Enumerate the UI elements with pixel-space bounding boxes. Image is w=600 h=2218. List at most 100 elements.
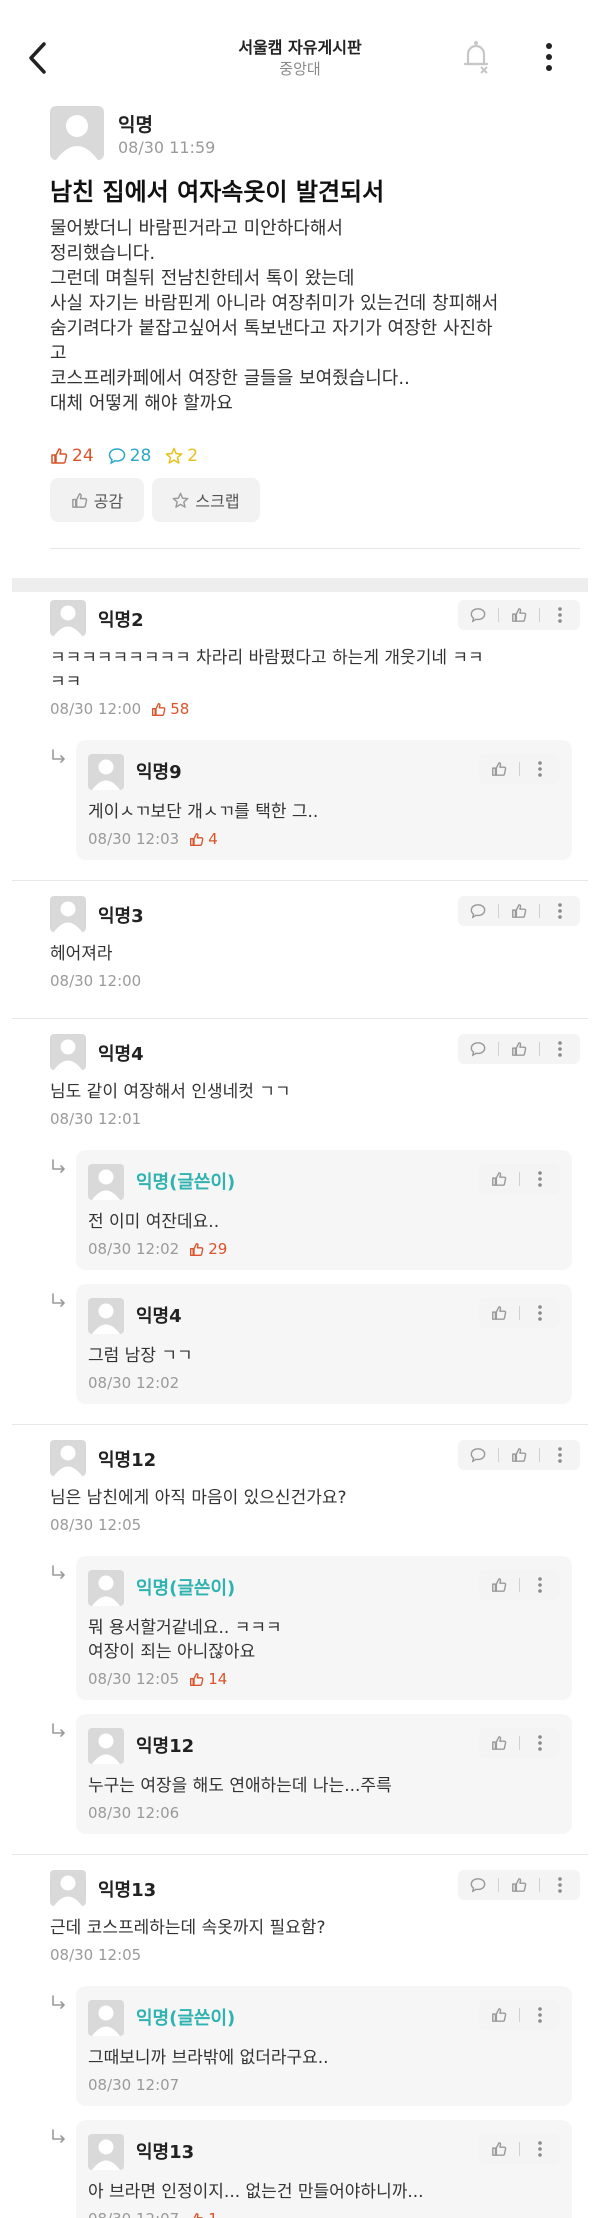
comment-meta: 08/30 12:07 (88, 2076, 179, 2094)
post-body-line: 고 (50, 343, 67, 364)
comment-more-button[interactable] (520, 1298, 560, 1328)
comment-text: 님은 남친에게 아직 마음이 있으신건가요? (50, 1486, 570, 1510)
comment-like-count: 1 (189, 2210, 218, 2218)
more-options-icon (558, 1041, 562, 1057)
board-title: 서울캠 자유게시판 (238, 38, 362, 57)
comment-divider (12, 1854, 588, 1855)
reply: 익명9 게이ㅅㄲ보단 개ㅅㄲ를 택한 그.. 08/30 12:03 4 (76, 740, 572, 860)
post-body-line: 코스프레카페에서 여장한 글들을 보여줬습니다.. (50, 368, 410, 389)
comment-like-button[interactable] (479, 754, 519, 784)
reply-author: 익명(글쓴이) (136, 1172, 236, 1193)
comment-toolbar (458, 896, 580, 926)
post-author: 익명 (118, 114, 153, 136)
comment-more-button[interactable] (540, 896, 580, 926)
comment-toolbar (479, 1164, 560, 1194)
post-body-line: 그런데 며칠뒤 전남친한테서 톡이 왔는데 (50, 268, 355, 289)
comment-more-button[interactable] (520, 1570, 560, 1600)
more-options-icon (538, 1171, 542, 1187)
comment-text-line: ㅋㅋ (50, 672, 82, 692)
comment-toolbar (479, 2134, 560, 2164)
comment-text: 전 이미 여잔데요.. (88, 1210, 558, 1234)
reply: 익명(글쓴이) 그때보니까 브라밖에 없더라구요.. 08/30 12:07 (76, 1986, 572, 2106)
avatar (88, 1164, 124, 1200)
comment-more-button[interactable] (520, 754, 560, 784)
thumbs-up-icon (190, 1672, 204, 1686)
reply-bubble-icon (470, 904, 486, 919)
comment-text: 헤어져라 (50, 942, 570, 966)
comment-like-button[interactable] (479, 1298, 519, 1328)
more-options-icon (538, 761, 542, 777)
comment-meta: 08/30 12:01 (50, 1110, 141, 1128)
comment-toolbar (458, 600, 580, 630)
comment-meta: 08/30 12:02 29 (88, 1240, 227, 1258)
comment-text: 뭐 용서할거같네요.. ㅋㅋㅋ 여장이 죄는 아니잖아요 (88, 1616, 558, 1664)
school-name: 중앙대 (279, 60, 321, 78)
thumbs-up-icon (492, 2008, 507, 2022)
comment-like-button[interactable] (499, 600, 539, 630)
reply-button[interactable] (458, 600, 498, 630)
comment-toolbar (479, 1728, 560, 1758)
comment-more-button[interactable] (520, 2000, 560, 2030)
comment: 익명2 ㅋㅋㅋㅋㅋㅋㅋㅋㅋ 차라리 바람폈다고 하는게 개웃기네 ㅋㅋ ㅋㅋ 08/3… (50, 600, 580, 722)
comment-text-line: 그럼 남장 ㄱㄱ (88, 1346, 193, 1366)
thumbs-up-icon (71, 492, 87, 508)
comment-like-button[interactable] (479, 2134, 519, 2164)
post-stats: 24 28 2 (50, 444, 212, 468)
reply-author: 익명(글쓴이) (136, 2008, 236, 2029)
comment-time: 08/30 12:07 (88, 2076, 180, 2094)
comment-like-button[interactable] (499, 1870, 539, 1900)
comment-more-button[interactable] (540, 1870, 580, 1900)
reply-arrow-icon (52, 1565, 65, 1579)
comment-like-button[interactable] (499, 1034, 539, 1064)
comment-like-button[interactable] (479, 1570, 519, 1600)
reply-button[interactable] (458, 1870, 498, 1900)
thumbs-up-icon (512, 608, 527, 622)
thumbs-up-icon (492, 1736, 507, 1750)
comment-more-button[interactable] (520, 1164, 560, 1194)
avatar (88, 1298, 124, 1334)
comment-text: 그때보니까 브라밖에 없더라구요.. (88, 2046, 558, 2070)
comment-toolbar (479, 1570, 560, 1600)
notification-off-icon[interactable] (460, 38, 492, 74)
comment-like-button[interactable] (499, 1440, 539, 1470)
reply-arrow-icon (52, 1293, 65, 1307)
comment-like-button[interactable] (479, 1728, 519, 1758)
comment-more-button[interactable] (540, 1034, 580, 1064)
comment-toolbar (479, 754, 560, 784)
more-options-icon (538, 1305, 542, 1321)
comment-meta: 08/30 12:05 14 (88, 1670, 227, 1688)
comment-more-button[interactable] (540, 1440, 580, 1470)
star-icon (173, 492, 189, 508)
comment-more-button[interactable] (520, 1728, 560, 1758)
comment: 익명13 근데 코스프레하는데 속옷까지 필요함? 08/30 12:05 (50, 1870, 580, 1968)
reply-button[interactable] (458, 896, 498, 926)
reply-author: 익명12 (136, 1736, 195, 1757)
reply: 익명(글쓴이) 뭐 용서할거같네요.. ㅋㅋㅋ 여장이 죄는 아니잖아요 08/30 … (76, 1556, 572, 1700)
comment-meta: 08/30 12:00 (50, 972, 141, 990)
reply: 익명12 누구는 여장을 해도 연애하는데 나는...주륵 08/30 12:06 (76, 1714, 572, 1834)
comment-meta: 08/30 12:00 58 (50, 700, 189, 718)
comment-like-button[interactable] (479, 1164, 519, 1194)
comment-time: 08/30 12:00 (50, 972, 142, 990)
reply-button[interactable] (458, 1034, 498, 1064)
more-options-icon (538, 1577, 542, 1593)
comment-divider (12, 880, 588, 881)
comment-more-button[interactable] (520, 2134, 560, 2164)
comment-toolbar (479, 1298, 560, 1328)
reply-button[interactable] (458, 1440, 498, 1470)
comment-text: 누구는 여장을 해도 연애하는데 나는...주륵 (88, 1774, 558, 1798)
comment-text: 게이ㅅㄲ보단 개ㅅㄲ를 택한 그.. (88, 800, 558, 824)
reply-arrow-icon (52, 1159, 65, 1173)
comment-meta: 08/30 12:02 (88, 1374, 179, 1392)
comment-like-button[interactable] (479, 2000, 519, 2030)
comment-author: 익명3 (98, 906, 144, 927)
comment-more-button[interactable] (540, 600, 580, 630)
scrap-button[interactable]: 스크랩 (152, 478, 260, 522)
thumbs-up-icon (512, 1448, 527, 1462)
comment-text-line: 근데 코스프레하는데 속옷까지 필요함? (50, 1918, 326, 1938)
like-button[interactable]: 공감 (50, 478, 144, 522)
more-options-icon (538, 2141, 542, 2157)
thumbs-up-icon (512, 1878, 527, 1892)
more-options-icon[interactable] (544, 42, 554, 72)
comment-like-button[interactable] (499, 896, 539, 926)
